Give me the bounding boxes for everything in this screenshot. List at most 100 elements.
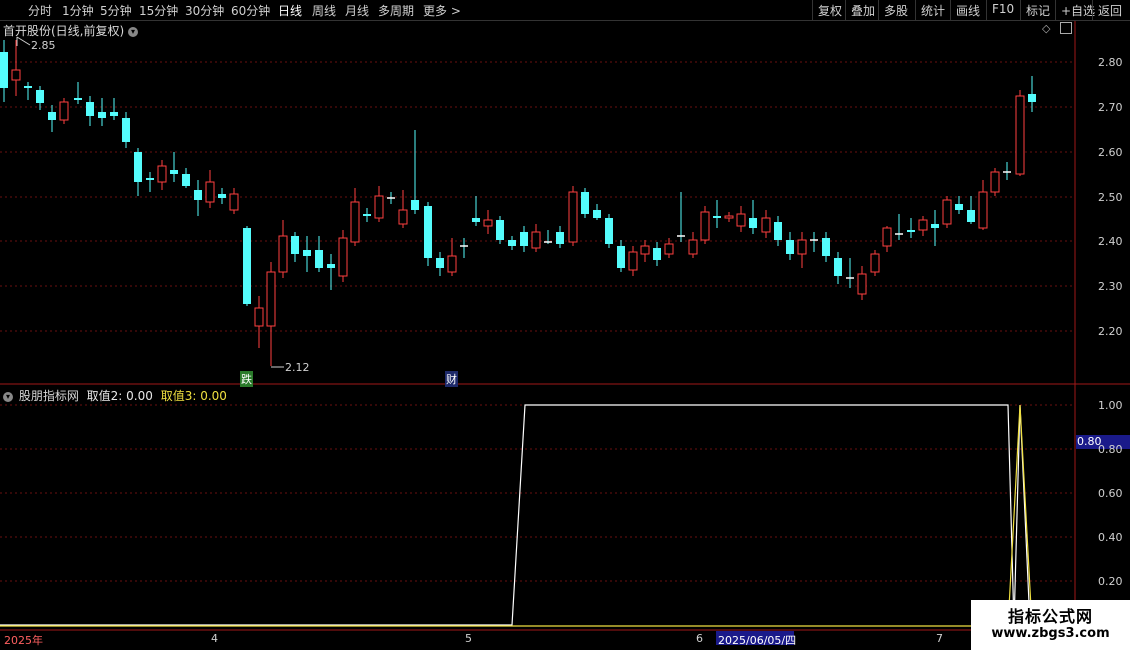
indicator-lines <box>0 404 1075 627</box>
candlestick <box>978 180 988 230</box>
candlestick <box>556 226 564 248</box>
candlestick <box>967 196 975 224</box>
candlestick <box>205 170 215 208</box>
candlestick <box>338 230 348 282</box>
watermark-url: www.zbgs3.com <box>991 626 1110 641</box>
candlestick <box>797 232 807 268</box>
candlestick <box>700 206 710 244</box>
price-tick-label: 2.60 <box>1098 146 1123 159</box>
candlestick <box>688 232 698 258</box>
date-axis-month: 5 <box>465 632 472 645</box>
candlestick <box>520 226 528 252</box>
selected-date-label: 2025/06/05/四 <box>718 634 797 647</box>
price-tick-label: 2.50 <box>1098 191 1123 204</box>
chevron-down-icon[interactable]: ▾ <box>128 26 139 37</box>
diamond-icon[interactable]: ◇ <box>1042 22 1050 35</box>
candlestick <box>374 186 384 222</box>
candlestick <box>822 232 830 262</box>
candlestick <box>568 186 578 246</box>
indicator-tick-label: 0.80 <box>1098 443 1123 456</box>
date-axis-year: 2025年 <box>4 634 43 647</box>
candlestick <box>846 258 854 288</box>
candlestick <box>786 232 794 260</box>
candlestick <box>713 200 721 228</box>
candlestick <box>48 105 56 132</box>
candlestick <box>398 190 408 228</box>
candlestick <box>895 214 903 240</box>
candlestick <box>194 180 202 216</box>
stock-title: 首开股份(日线,前复权) <box>3 24 125 38</box>
indicator-line-value2 <box>0 404 1075 626</box>
candlestick <box>424 202 432 266</box>
indicator-line-value3 <box>0 404 1075 627</box>
candlestick <box>617 240 625 272</box>
candlestick <box>170 152 178 182</box>
chevron-down-icon[interactable]: ▾ <box>3 391 13 402</box>
candlestick <box>531 224 541 252</box>
candlestick <box>36 86 44 110</box>
indicator-tick-label: 0.60 <box>1098 487 1123 500</box>
price-tick-label: 2.70 <box>1098 101 1123 114</box>
indicator-tick-label: 1.00 <box>1098 399 1123 412</box>
candlestick <box>749 200 757 234</box>
candlestick <box>278 220 288 278</box>
candlestick <box>736 206 746 232</box>
indicator-tick-label: 0.40 <box>1098 531 1123 544</box>
candlestick <box>363 208 371 222</box>
candlestick <box>122 112 130 148</box>
candlestick <box>11 40 21 96</box>
candlestick <box>882 226 892 252</box>
date-axis-month: 4 <box>211 632 218 645</box>
candlestick <box>74 82 82 104</box>
candlestick <box>0 40 8 102</box>
indicator-grid <box>0 404 1075 582</box>
candlestick <box>1003 162 1011 180</box>
price-tick-label: 2.80 <box>1098 56 1123 69</box>
event-marker-drop[interactable]: 跌 <box>240 371 253 387</box>
candlestick <box>496 216 504 244</box>
watermark-title: 指标公式网 <box>1007 607 1093 626</box>
candlestick <box>218 188 226 204</box>
candlestick <box>24 82 32 100</box>
candlestick <box>508 236 516 250</box>
candlestick <box>990 168 1000 196</box>
candlestick <box>483 210 493 234</box>
candlestick <box>581 188 589 218</box>
candlestick <box>628 246 638 276</box>
date-axis-month: 6 <box>696 632 703 645</box>
candlestick <box>291 232 299 262</box>
indicator-name[interactable]: 股朋指标网 <box>19 389 79 403</box>
candlestick <box>387 192 395 204</box>
indicator-value-highlight: 0.80 <box>1077 435 1102 448</box>
candlestick <box>229 188 239 214</box>
candlestick <box>593 204 601 220</box>
panel-toggle-icon[interactable] <box>1060 22 1072 34</box>
high-price-label: 2.85 <box>31 39 56 52</box>
candlestick <box>254 296 264 348</box>
candlestick <box>605 214 613 248</box>
candlestick <box>436 252 444 276</box>
candlestick <box>411 130 419 214</box>
candlestick <box>640 240 650 262</box>
chart-canvas[interactable] <box>0 0 1130 650</box>
candlestick <box>918 216 928 236</box>
main-grid <box>0 61 1075 332</box>
indicator-tick-label: 0.20 <box>1098 575 1123 588</box>
candlestick <box>870 250 880 276</box>
price-tick-label: 2.20 <box>1098 325 1123 338</box>
candlestick <box>243 226 251 306</box>
candlestick <box>350 188 360 246</box>
candlestick <box>1015 90 1025 176</box>
candlestick <box>327 254 335 290</box>
low-price-label: 2.12 <box>285 361 310 374</box>
candlestick-series <box>0 40 1036 366</box>
candlestick <box>447 238 457 276</box>
watermark-logo: 指标公式网 www.zbgs3.com <box>971 600 1130 650</box>
date-axis-month: 7 <box>936 632 943 645</box>
candlestick <box>544 230 552 244</box>
candlestick <box>157 160 167 190</box>
candlestick <box>955 196 963 214</box>
event-marker-finance[interactable]: 财 <box>445 371 458 387</box>
candlestick <box>303 236 311 272</box>
candlestick <box>907 218 915 238</box>
